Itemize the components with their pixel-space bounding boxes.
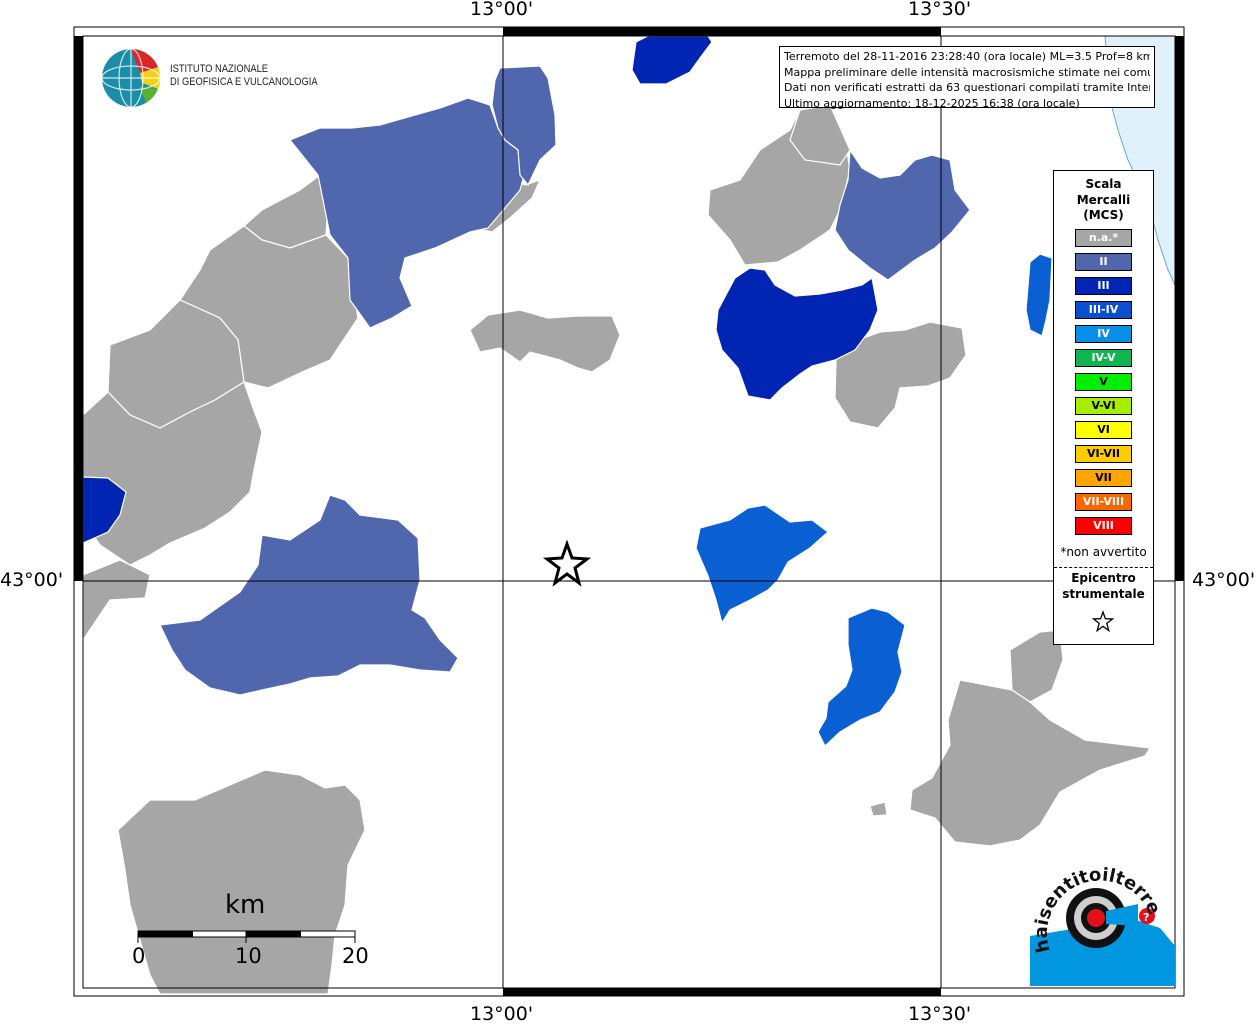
ingv-globe-icon <box>101 48 161 108</box>
legend-item: V <box>1075 373 1132 391</box>
lon-label-bottom-right: 13°30' <box>908 1003 972 1025</box>
scale-label-0: 0 <box>132 944 146 968</box>
ingv-name: ISTITUTO NAZIONALE DI GEOFISICA E VULCAN… <box>170 63 318 89</box>
info-line-2: Mappa preliminare delle intensità macros… <box>784 65 1150 79</box>
legend-epicentre-line1: Epicentro <box>1071 571 1136 585</box>
legend-item: II <box>1075 253 1132 271</box>
legend-title-line3: (MCS) <box>1083 208 1124 222</box>
info-line-4: Ultimo aggiornamento: 18-12-2025 16:38 (… <box>784 96 1080 110</box>
legend-item: III-IV <box>1075 301 1132 319</box>
scale-title: km <box>225 890 266 920</box>
legend-item: III <box>1075 277 1132 295</box>
municipality-intensity-iii <box>631 35 713 85</box>
haisentito-logo-graphic: ? haisentitoilterremoto.it <box>1021 840 1175 986</box>
municipality-intensity-iii-iv <box>695 504 829 625</box>
legend-separator <box>1054 567 1153 568</box>
ingv-logo <box>100 47 162 113</box>
info-line-1: Terremoto del 28-11-2016 23:28:40 (ora l… <box>784 50 1150 63</box>
epicentre-star-icon <box>542 539 592 587</box>
municipality-intensity-iii-iv <box>817 607 906 747</box>
municipality-intensity-iii-iv <box>1025 253 1053 337</box>
haisentito-logo: ? haisentitoilterremoto.it <box>1021 840 1180 990</box>
legend-item: VI <box>1075 421 1132 439</box>
lon-label-bottom-left: 13°00' <box>470 1003 534 1025</box>
mcs-legend: Scala Mercalli (MCS) n.a.* II III III-IV IV I… <box>1053 170 1154 645</box>
legend-item: n.a.* <box>1075 229 1132 247</box>
legend-title-line1: Scala <box>1085 177 1122 191</box>
scale-label-20: 20 <box>342 944 369 968</box>
earthquake-info-box: Terremoto del 28-11-2016 23:28:40 (ora l… <box>779 46 1155 110</box>
legend-epicentre-line2: strumentale <box>1062 586 1145 601</box>
lat-label-left: 43°00' <box>0 569 64 591</box>
legend-item: V-VI <box>1075 397 1132 415</box>
legend-star-icon <box>1091 610 1115 633</box>
legend-title-line2: Mercalli <box>1076 192 1131 207</box>
legend-note: *non avvertito <box>1060 545 1147 559</box>
legend-item: IV-V <box>1075 349 1132 367</box>
lon-label-top-right: 13°30' <box>908 0 972 20</box>
legend-item: VI-VII <box>1075 445 1132 463</box>
legend-item: VII-VIII <box>1075 493 1132 511</box>
municipality-intensity-ii <box>834 148 971 281</box>
info-line-3: Dati non verificati estratti da 63 quest… <box>784 81 1150 94</box>
legend-item: VIII <box>1075 517 1132 535</box>
lon-label-top-left: 13°00' <box>470 0 534 20</box>
lat-label-right: 43°00' <box>1192 569 1256 591</box>
municipality-na <box>82 559 151 642</box>
municipality-na <box>869 801 888 817</box>
municipality-na <box>909 679 1152 847</box>
legend-item: VII <box>1075 469 1132 487</box>
ingv-name-line1: ISTITUTO NAZIONALE <box>170 63 269 75</box>
ingv-name-line2: DI GEOFISICA E VULCANOLOGIA <box>170 76 318 88</box>
scale-label-10: 10 <box>235 944 262 968</box>
legend-epicentre-label: Epicentro strumentale <box>1054 571 1153 602</box>
legend-item: IV <box>1075 325 1132 343</box>
legend-title: Scala Mercalli (MCS) <box>1054 177 1153 224</box>
municipality-na <box>469 309 621 373</box>
